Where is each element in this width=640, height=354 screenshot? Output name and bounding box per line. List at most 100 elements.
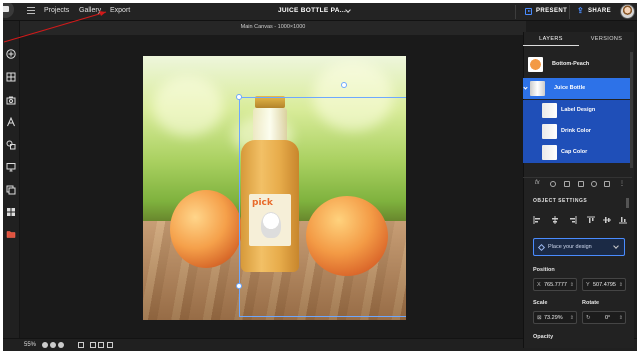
nav-export[interactable]: Export: [110, 6, 130, 16]
adjust-icon[interactable]: [591, 181, 597, 187]
align-left-icon[interactable]: [533, 216, 541, 224]
canvas-size-label: Main Canvas - 1000×1000: [240, 24, 306, 30]
group-icon[interactable]: [578, 181, 584, 187]
scale-label: Scale: [533, 300, 548, 306]
align-bottom-icon[interactable]: [619, 216, 627, 224]
layer-item[interactable]: Label Design: [523, 100, 632, 121]
layer-label: Juice Bottle: [554, 85, 586, 91]
scale-field[interactable]: ⊠ 73.29% ⇕: [533, 311, 577, 324]
fit-height-icon[interactable]: [98, 342, 104, 348]
peach-right[interactable]: [306, 196, 388, 276]
opacity-label: Opacity: [533, 334, 554, 340]
app-logo-icon[interactable]: [3, 3, 14, 18]
rotate-field[interactable]: ↻ 0° ⇕: [582, 311, 626, 324]
nav-projects[interactable]: Projects: [44, 6, 69, 16]
duplicate-icon[interactable]: [6, 185, 16, 195]
shapes-icon[interactable]: [6, 140, 16, 150]
stepper-icon[interactable]: ⇕: [570, 315, 574, 321]
bokeh-light: [313, 61, 393, 131]
add-icon[interactable]: [6, 49, 16, 59]
fullscreen-icon[interactable]: [107, 342, 113, 348]
position-y-value: 507.4795: [593, 282, 616, 288]
stepper-icon[interactable]: ⇕: [619, 315, 623, 321]
zoom-in-icon[interactable]: [50, 342, 56, 348]
peach-left[interactable]: [170, 190, 242, 268]
hamburger-menu-icon[interactable]: [27, 7, 35, 14]
design-dropdown[interactable]: Place your design: [533, 238, 625, 256]
layer-label: Drink Color: [561, 128, 591, 134]
present-label: PRESENT: [536, 8, 568, 14]
tab-versions[interactable]: VERSIONS: [579, 32, 634, 46]
monitor-icon[interactable]: [6, 162, 16, 172]
align-top-icon[interactable]: [587, 216, 595, 224]
zoom-fit-icon[interactable]: [58, 342, 64, 348]
fit-width-icon[interactable]: [90, 342, 96, 348]
layer-item[interactable]: Bottom-Peach: [523, 54, 632, 75]
resize-handle[interactable]: [236, 283, 242, 289]
layer-label: Cap Color: [561, 149, 588, 155]
duplicate-icon[interactable]: [564, 181, 570, 187]
design-dropdown-value: Place your design: [548, 244, 592, 250]
align-middle-icon[interactable]: [603, 216, 611, 224]
rotate-icon: ↻: [586, 315, 591, 321]
mask-icon[interactable]: [550, 181, 556, 187]
scale-value: 73.29%: [544, 315, 563, 321]
divider: [569, 5, 570, 19]
y-prefix: Y: [586, 282, 590, 288]
mascot-illustration: [261, 212, 281, 238]
bottle-label: pick: [249, 194, 291, 246]
present-button[interactable]: PRESENT: [525, 6, 567, 17]
grid-icon[interactable]: [6, 72, 16, 82]
folder-icon[interactable]: [6, 229, 16, 239]
delete-icon[interactable]: [604, 181, 610, 187]
layer-label: Label Design: [561, 107, 596, 113]
camera-icon[interactable]: [6, 95, 16, 105]
tab-layers[interactable]: LAYERS: [523, 32, 579, 46]
rotate-handle[interactable]: [341, 82, 347, 88]
share-icon: ⇪: [577, 6, 585, 15]
hand-tool-icon[interactable]: [78, 342, 84, 348]
artboard-image[interactable]: pick: [143, 56, 406, 320]
zoom-out-icon[interactable]: [42, 342, 48, 348]
settings-scrollbar[interactable]: [626, 198, 629, 208]
position-y-field[interactable]: Y 507.4795 ⇕: [582, 278, 626, 291]
layer-item[interactable]: Drink Color: [523, 121, 632, 142]
align-right-icon[interactable]: [569, 216, 577, 224]
text-icon[interactable]: [6, 117, 16, 127]
position-label: Position: [533, 267, 555, 273]
align-toolbar: [533, 216, 628, 226]
chevron-down-icon[interactable]: [523, 85, 528, 90]
nav-gallery[interactable]: Gallery: [79, 6, 101, 16]
stepper-icon[interactable]: ⇕: [570, 282, 574, 288]
effects-icon[interactable]: fx: [535, 180, 540, 186]
divider: [515, 5, 516, 19]
avatar[interactable]: [620, 4, 635, 19]
position-x-field[interactable]: X 765.7777 ⇕: [533, 278, 577, 291]
document-title[interactable]: JUICE BOTTLE PA...: [278, 6, 346, 16]
top-bar: Projects Gallery Export JUICE BOTTLE PA.…: [3, 3, 637, 21]
zoom-level[interactable]: 55%: [24, 341, 36, 350]
juice-bottle[interactable]: pick: [239, 96, 301, 272]
more-icon[interactable]: ⋮: [619, 180, 625, 187]
layer-thumbnail: [530, 81, 545, 96]
stepper-icon[interactable]: ⇕: [619, 282, 623, 288]
left-toolbar: [3, 21, 20, 338]
canvas-header: Main Canvas - 1000×1000: [20, 21, 526, 35]
layers-scrollbar[interactable]: [630, 52, 633, 168]
align-center-h-icon[interactable]: [551, 216, 559, 224]
canvas-workspace[interactable]: pick: [20, 35, 526, 338]
layer-toolbar: fx ⋮: [523, 177, 632, 189]
panel-tabs: LAYERS VERSIONS: [523, 32, 634, 46]
layer-item[interactable]: Juice Bottle: [523, 78, 632, 99]
layout-icon[interactable]: [6, 207, 16, 217]
layer-thumbnail: [542, 103, 557, 118]
layer-label: Bottom-Peach: [552, 61, 590, 67]
share-button[interactable]: ⇪ SHARE: [577, 6, 611, 17]
design-icon: [537, 243, 546, 252]
x-prefix: X: [537, 282, 541, 288]
bokeh-light: [153, 76, 223, 136]
layer-item[interactable]: Cap Color: [523, 142, 632, 163]
scale-lock-icon[interactable]: ⊠: [537, 314, 542, 322]
layers-list: Bottom-Peach Juice Bottle Label Design D…: [523, 52, 632, 172]
resize-handle[interactable]: [236, 94, 242, 100]
